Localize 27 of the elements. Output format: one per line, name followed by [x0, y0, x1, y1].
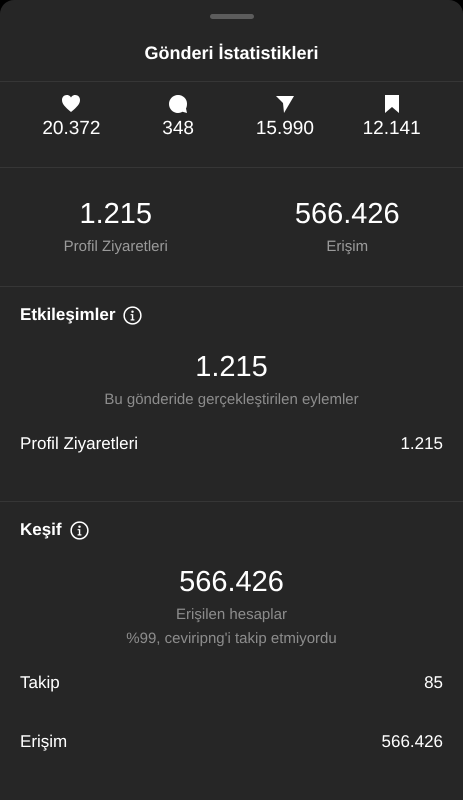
row-value: 566.426 [382, 732, 443, 753]
section-total: 566.426 [179, 566, 284, 599]
paper-plane-icon [274, 94, 295, 114]
section-title: Etkileşimler [20, 305, 116, 325]
metric-value: 1.215 [79, 198, 152, 231]
row-value: 85 [424, 673, 443, 694]
section-caption: Erişilen hesaplar [176, 605, 287, 625]
metric-value: 566.426 [294, 198, 400, 231]
row-label: Takip [20, 673, 60, 694]
section-title: Keşif [20, 520, 62, 540]
speech-bubble-icon [168, 94, 188, 114]
sheet-title: Gönderi İstatistikleri [143, 42, 320, 65]
section-caption: Bu gönderide gerçekleştirilen eylemler [104, 390, 359, 410]
heart-icon [61, 94, 82, 114]
row-value: 1.215 [400, 434, 443, 449]
metric-label: Erişim [326, 238, 368, 255]
drag-handle[interactable] [210, 14, 254, 19]
info-icon[interactable] [123, 306, 142, 324]
stat-count: 12.141 [362, 118, 421, 140]
metric-label: Profil Ziyaretleri [64, 238, 168, 255]
section-caption: %99, ceviripng'i takip etmiyordu [126, 629, 337, 649]
stat-count: 15.990 [256, 118, 314, 140]
row-label: Erişim [20, 732, 68, 753]
stat-count: 20.372 [42, 118, 100, 140]
info-icon[interactable] [70, 520, 89, 540]
stat-count: 348 [162, 118, 194, 140]
section-total: 1.215 [195, 351, 268, 384]
